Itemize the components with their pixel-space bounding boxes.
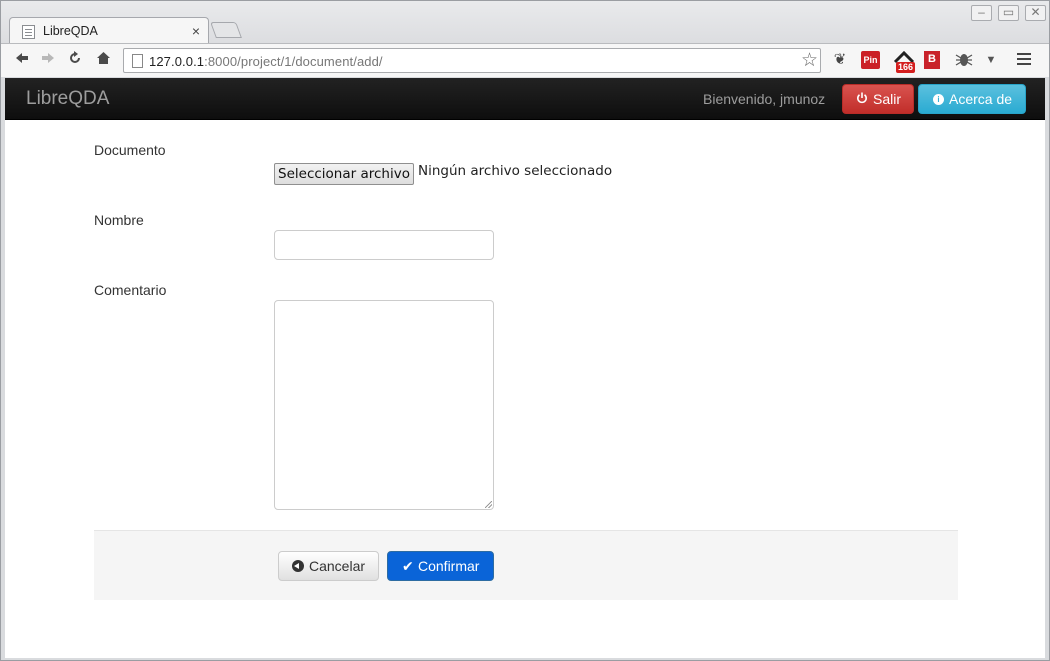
page-viewport: LibreQDA Bienvenido, jmunoz Salir i Acer…	[5, 78, 1045, 658]
name-input[interactable]	[274, 230, 494, 260]
file-select-button[interactable]: Seleccionar archivo	[274, 163, 414, 185]
forward-button[interactable]	[39, 51, 57, 69]
new-tab-button[interactable]	[210, 22, 242, 38]
confirm-button[interactable]: ✔ Confirmar	[387, 551, 494, 581]
power-icon	[857, 92, 867, 104]
title-bar: LibreQDA × – ▭ ✕	[1, 1, 1049, 44]
confirm-label: Confirmar	[418, 558, 480, 574]
extensions-overflow-icon[interactable]: ▼	[985, 50, 997, 70]
logout-button[interactable]: Salir	[842, 84, 914, 114]
welcome-text: Bienvenido, jmunoz	[703, 91, 826, 107]
browser-menu-button[interactable]	[1017, 53, 1031, 66]
home-button[interactable]	[94, 51, 112, 69]
bug-icon	[955, 54, 973, 66]
logout-label: Salir	[873, 91, 902, 107]
url-text: 127.0.0.1:8000/project/1/document/add/	[149, 54, 383, 69]
app-navbar: LibreQDA Bienvenido, jmunoz Salir i Acer…	[5, 78, 1045, 120]
circle-arrow-left-icon	[292, 560, 304, 572]
reload-button[interactable]	[66, 51, 84, 69]
maximize-button[interactable]: ▭	[998, 5, 1019, 21]
file-status: Ningún archivo seleccionado	[418, 163, 613, 179]
reload-icon	[70, 51, 80, 63]
evernote-extension-icon[interactable]: ❦	[831, 50, 849, 70]
back-button[interactable]	[13, 51, 31, 69]
maximize-icon: ▭	[1002, 5, 1015, 19]
bug-extension-icon[interactable]	[953, 50, 975, 70]
page-icon	[132, 54, 143, 68]
browser-window: LibreQDA × – ▭ ✕ 127.0.0.1:8000/project/…	[0, 0, 1050, 661]
minimize-button[interactable]: –	[971, 5, 992, 21]
extension-badge: 166	[896, 62, 916, 73]
comment-label: Comentario	[94, 282, 167, 298]
arrow-left-icon	[16, 53, 28, 63]
bookmark-extension-icon[interactable]: B	[924, 51, 940, 69]
app-brand[interactable]: LibreQDA	[26, 88, 109, 110]
url-host: 127.0.0.1	[149, 54, 205, 69]
about-label: Acerca de	[949, 91, 1013, 107]
about-button[interactable]: i Acerca de	[918, 84, 1026, 114]
address-bar[interactable]: 127.0.0.1:8000/project/1/document/add/ ☆	[123, 48, 821, 73]
pinterest-extension-icon[interactable]: Pin	[861, 51, 880, 69]
arrow-right-icon	[42, 53, 54, 63]
page-favicon-icon	[22, 25, 35, 39]
comment-textarea[interactable]	[274, 300, 494, 510]
checkmark-icon: ✔	[402, 558, 414, 574]
minimize-icon: –	[978, 5, 985, 19]
tab-close-icon[interactable]: ×	[192, 23, 200, 39]
browser-tab[interactable]: LibreQDA ×	[9, 17, 209, 44]
url-path: :8000/project/1/document/add/	[204, 54, 383, 69]
cancel-button[interactable]: Cancelar	[278, 551, 379, 581]
name-label: Nombre	[94, 212, 144, 228]
menu-line	[1017, 53, 1031, 55]
close-window-button[interactable]: ✕	[1025, 5, 1046, 21]
close-icon: ✕	[1030, 5, 1041, 19]
tab-title: LibreQDA	[43, 24, 98, 38]
cancel-label: Cancelar	[309, 558, 366, 574]
document-label: Documento	[94, 142, 166, 158]
menu-line	[1017, 63, 1031, 65]
info-icon: i	[933, 94, 944, 105]
bookmark-star-icon[interactable]: ☆	[801, 49, 818, 72]
menu-line	[1017, 58, 1031, 60]
textarea-resize-handle[interactable]	[485, 501, 492, 508]
home-icon	[96, 52, 110, 64]
form-actions: Cancelar ✔ Confirmar	[94, 530, 958, 600]
browser-toolbar: 127.0.0.1:8000/project/1/document/add/ ☆…	[1, 43, 1049, 77]
